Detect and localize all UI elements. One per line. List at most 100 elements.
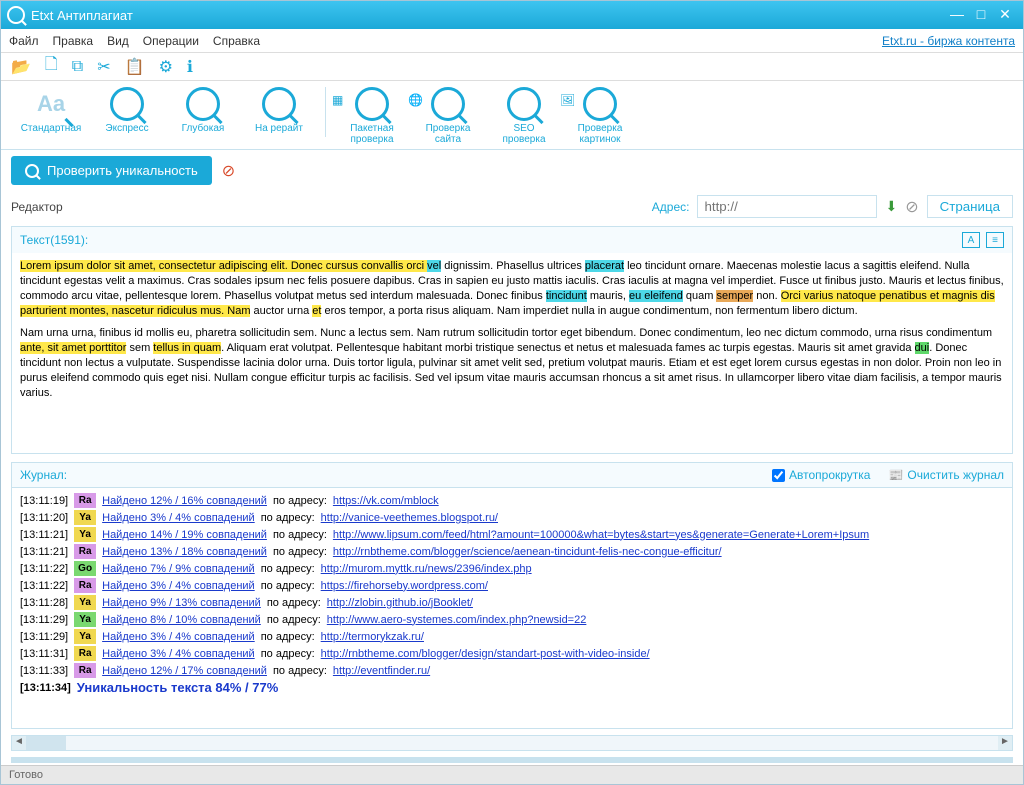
menu-help[interactable]: Справка bbox=[213, 34, 260, 48]
source-url[interactable]: http://termorykzak.ru/ bbox=[321, 631, 424, 643]
seo-check[interactable]: SEO проверка bbox=[492, 87, 556, 145]
paste-icon[interactable]: 📋 bbox=[125, 57, 145, 77]
window-title: Etxt Антиплагиат bbox=[31, 8, 945, 23]
addr-label: по адресу: bbox=[261, 563, 315, 575]
address-row: Редактор Адрес: ⬇ ⊘ Страница bbox=[1, 191, 1023, 222]
copy-icon[interactable]: ⧉ bbox=[72, 58, 83, 76]
app-window: Etxt Антиплагиат — □ ✕ Файл Правка Вид О… bbox=[0, 0, 1024, 785]
aa-icon: Aa bbox=[34, 87, 68, 121]
source-url[interactable]: https://firehorseby.wordpress.com/ bbox=[321, 580, 488, 592]
source-url[interactable]: http://murom.myttk.ru/news/2396/index.ph… bbox=[321, 563, 532, 575]
found-link[interactable]: Найдено 3% / 4% совпадений bbox=[102, 580, 255, 592]
check-standard[interactable]: AaСтандартная bbox=[19, 87, 83, 134]
found-link[interactable]: Найдено 12% / 16% совпадений bbox=[102, 495, 267, 507]
menu-file[interactable]: Файл bbox=[9, 34, 39, 48]
magnifier-icon bbox=[186, 87, 220, 121]
info-icon[interactable]: ℹ bbox=[187, 57, 193, 77]
source-badge: Ya bbox=[74, 595, 96, 610]
source-badge: Ya bbox=[74, 510, 96, 525]
horizontal-scrollbar[interactable]: ◄ ► bbox=[11, 735, 1013, 751]
journal-time: [13:11:29] bbox=[20, 614, 68, 626]
found-link[interactable]: Найдено 3% / 4% совпадений bbox=[102, 631, 255, 643]
download-icon[interactable]: ⬇ bbox=[885, 198, 897, 215]
found-link[interactable]: Найдено 3% / 4% совпадений bbox=[102, 648, 255, 660]
journal-row: [13:11:29]YaНайдено 3% / 4% совпадений п… bbox=[20, 628, 1004, 645]
check-express[interactable]: Экспресс bbox=[95, 87, 159, 134]
batch-check[interactable]: ▦Пакетная проверка bbox=[340, 87, 404, 145]
journal-time: [13:11:21] bbox=[20, 529, 68, 541]
page-button[interactable]: Страница bbox=[927, 195, 1013, 218]
source-url[interactable]: http://rnbtheme.com/blogger/science/aene… bbox=[333, 546, 722, 558]
clear-journal-button[interactable]: 📰Очистить журнал bbox=[888, 468, 1004, 482]
image-check[interactable]: 🖼Проверка картинок bbox=[568, 87, 632, 145]
found-link[interactable]: Найдено 13% / 18% совпадений bbox=[102, 546, 267, 558]
found-link[interactable]: Найдено 3% / 4% совпадений bbox=[102, 512, 255, 524]
magnifier-icon bbox=[507, 87, 541, 121]
stop-icon[interactable]: ⊘ bbox=[222, 161, 235, 181]
addr-label: по адресу: bbox=[273, 546, 327, 558]
etxt-link[interactable]: Etxt.ru - биржа контента bbox=[882, 34, 1015, 48]
found-link[interactable]: Найдено 9% / 13% совпадений bbox=[102, 597, 261, 609]
found-link[interactable]: Найдено 7% / 9% совпадений bbox=[102, 563, 255, 575]
editor-header: Текст(1591): A ≡ bbox=[12, 227, 1012, 253]
scroll-left-icon[interactable]: ◄ bbox=[12, 736, 26, 750]
open-folder-icon[interactable]: 📂 bbox=[11, 57, 31, 77]
source-badge: Go bbox=[74, 561, 96, 576]
address-label: Адрес: bbox=[652, 200, 690, 214]
new-file-icon[interactable]: 🗋 bbox=[45, 53, 58, 80]
journal-time: [13:11:22] bbox=[20, 563, 68, 575]
ribbon-separator bbox=[325, 87, 326, 137]
menubar: Файл Правка Вид Операции Справка Etxt.ru… bbox=[1, 29, 1023, 53]
journal-row: [13:11:31]RaНайдено 3% / 4% совпадений п… bbox=[20, 645, 1004, 662]
autoscroll-checkbox[interactable]: Автопрокрутка bbox=[772, 468, 870, 482]
menu-edit[interactable]: Правка bbox=[53, 34, 94, 48]
journal-row: [13:11:20]YaНайдено 3% / 4% совпадений п… bbox=[20, 509, 1004, 526]
image-icon: 🖼 bbox=[560, 93, 575, 107]
source-url[interactable]: http://www.lipsum.com/feed/html?amount=1… bbox=[333, 529, 869, 541]
view-toggle-icon[interactable]: ≡ bbox=[986, 232, 1004, 248]
ribbon-group-checks: AaСтандартная Экспресс Глубокая На рерай… bbox=[9, 87, 321, 134]
addr-label: по адресу: bbox=[261, 631, 315, 643]
scroll-thumb[interactable] bbox=[26, 736, 66, 750]
site-check[interactable]: 🌐Проверка сайта bbox=[416, 87, 480, 145]
magnifier-icon bbox=[110, 87, 144, 121]
address-input[interactable] bbox=[697, 195, 877, 218]
autoscroll-input[interactable] bbox=[772, 469, 785, 482]
close-button[interactable]: ✕ bbox=[993, 6, 1017, 24]
source-url[interactable]: http://zlobin.github.io/jBooklet/ bbox=[327, 597, 473, 609]
cut-icon[interactable]: ✂ bbox=[97, 57, 110, 77]
journal-row: [13:11:19]RaНайдено 12% / 16% совпадений… bbox=[20, 492, 1004, 509]
minimize-button[interactable]: — bbox=[945, 6, 969, 24]
globe-icon: 🌐 bbox=[408, 93, 423, 107]
source-url[interactable]: http://vanice-veethemes.blogspot.ru/ bbox=[321, 512, 498, 524]
scroll-right-icon[interactable]: ► bbox=[998, 736, 1012, 750]
font-toggle-icon[interactable]: A bbox=[962, 232, 980, 248]
source-url[interactable]: http://eventfinder.ru/ bbox=[333, 665, 430, 677]
source-url[interactable]: http://www.aero-systemes.com/index.php?n… bbox=[327, 614, 587, 626]
check-deep[interactable]: Глубокая bbox=[171, 87, 235, 134]
journal-row: [13:11:29]YaНайдено 8% / 10% совпадений … bbox=[20, 611, 1004, 628]
titlebar: Etxt Антиплагиат — □ ✕ bbox=[1, 1, 1023, 29]
source-badge: Ya bbox=[74, 527, 96, 542]
check-uniqueness-button[interactable]: Проверить уникальность bbox=[11, 156, 212, 185]
journal-time: [13:11:19] bbox=[20, 495, 68, 507]
editor-text[interactable]: Lorem ipsum dolor sit amet, consectetur … bbox=[12, 253, 1012, 453]
journal-body[interactable]: [13:11:19] Ra Найдено 12% / 16% совпадений… bbox=[12, 488, 1012, 698]
settings-icon[interactable]: ⚙ bbox=[159, 57, 173, 77]
found-link[interactable]: Найдено 14% / 19% совпадений bbox=[102, 529, 267, 541]
source-url[interactable]: http://rnbtheme.com/blogger/design/stand… bbox=[321, 648, 650, 660]
maximize-button[interactable]: □ bbox=[969, 6, 993, 24]
source-badge: Ra bbox=[74, 646, 96, 661]
editor-label: Редактор bbox=[11, 200, 63, 214]
menu-operations[interactable]: Операции bbox=[143, 34, 199, 48]
addr-label: по адресу: bbox=[261, 580, 315, 592]
found-link[interactable]: Найдено 12% / 17% совпадений bbox=[102, 665, 267, 677]
check-rewrite[interactable]: На рерайт bbox=[247, 87, 311, 134]
journal-row: [13:11:28]YaНайдено 9% / 13% совпадений … bbox=[20, 594, 1004, 611]
found-link[interactable]: Найдено 8% / 10% совпадений bbox=[102, 614, 261, 626]
cancel-icon[interactable]: ⊘ bbox=[905, 197, 918, 217]
magnifier-icon bbox=[262, 87, 296, 121]
editor-head-text: Текст(1591): bbox=[20, 233, 88, 247]
menu-view[interactable]: Вид bbox=[107, 34, 129, 48]
source-url[interactable]: https://vk.com/mblock bbox=[333, 495, 439, 507]
